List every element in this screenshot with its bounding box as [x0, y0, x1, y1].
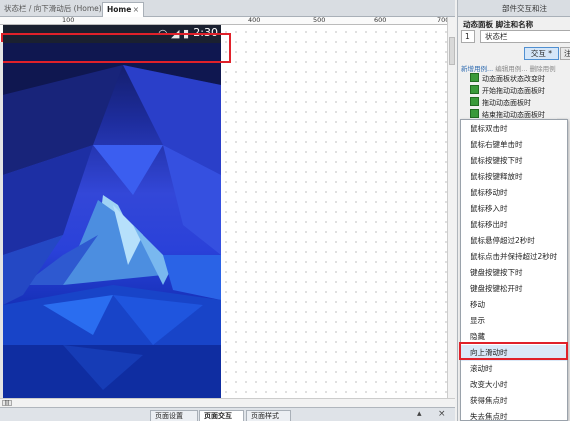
polygon-wallpaper — [3, 25, 221, 400]
event-item[interactable]: 开始拖动动态面板时 — [470, 85, 545, 96]
ruler-label: 600 — [374, 17, 387, 24]
phone-screen-preview[interactable]: ◠ ◢ ▮ 2:30 — [3, 25, 221, 400]
canvas-vertical-scrollbar[interactable] — [447, 17, 456, 400]
scroll-left-icon[interactable]: ||| — [2, 400, 12, 406]
event-label: 开始拖动动态面板时 — [482, 87, 545, 95]
vertical-ruler — [0, 42, 3, 400]
menu-item[interactable]: 鼠标按键释放时 — [461, 169, 567, 185]
lightning-icon — [470, 73, 479, 82]
ruler-label: 400 — [248, 17, 261, 24]
menu-item[interactable]: 键盘按键松开时 — [461, 281, 567, 297]
event-item[interactable]: 拖动动态面板时 — [470, 97, 531, 108]
horizontal-ruler: 100 400 500 600 700 — [0, 17, 455, 25]
menu-highlight-box — [459, 342, 568, 360]
canvas-grid — [221, 17, 455, 400]
case-links: 新增用例... 编辑用例... 删除用例 — [461, 63, 556, 73]
lightning-icon — [470, 97, 479, 106]
menu-item[interactable]: 失去焦点时 — [461, 409, 567, 421]
document-tab-bar: 状态栏 / 向下滑动后 (Home) Home × — [0, 0, 455, 17]
bottom-panel-tabs: 页面设置 页面交互 页面样式 ▴ × — [0, 407, 455, 421]
menu-item[interactable]: 鼠标双击时 — [461, 121, 567, 137]
edit-case-link[interactable]: 编辑用例... — [495, 65, 527, 73]
menu-item[interactable]: 鼠标移动时 — [461, 185, 567, 201]
pin-icon[interactable]: ▴ — [417, 409, 422, 419]
tab-status-bar-home[interactable]: 状态栏 / 向下滑动后 (Home) — [0, 2, 102, 17]
tab-page-style[interactable]: 页面样式 — [246, 410, 291, 421]
menu-item[interactable]: 鼠标按键按下时 — [461, 153, 567, 169]
canvas-horizontal-scrollbar[interactable]: ||| — [0, 398, 455, 407]
menu-item[interactable]: 鼠标悬停超过2秒时 — [461, 233, 567, 249]
ruler-label: 500 — [313, 17, 326, 24]
panel-subtitle: 动态面板 脚注和名称 — [463, 20, 534, 29]
delete-case-link[interactable]: 删除用例 — [530, 65, 556, 73]
event-item[interactable]: 动态面板状态改变时 — [470, 73, 545, 84]
menu-item[interactable]: 移动 — [461, 297, 567, 313]
menu-item[interactable]: 滚动时 — [461, 361, 567, 377]
tab-home-label: Home — [107, 5, 132, 14]
scrollbar-thumb[interactable] — [449, 37, 455, 65]
tab-page-interaction[interactable]: 页面交互 — [199, 410, 244, 421]
footnote-number-field[interactable]: 1 — [461, 30, 475, 43]
widget-name-field[interactable]: 状态栏 — [480, 30, 570, 43]
menu-item[interactable]: 鼠标移入时 — [461, 201, 567, 217]
close-tab-icon[interactable]: × — [133, 3, 139, 17]
panel-header: 部件交互和注 — [458, 0, 570, 17]
menu-item[interactable]: 鼠标右键单击时 — [461, 137, 567, 153]
close-panel-icon[interactable]: × — [438, 409, 446, 419]
panel-title: 部件交互和注 — [502, 4, 547, 13]
tab-home[interactable]: Home × — [102, 2, 144, 17]
menu-item[interactable]: 鼠标点击并保持超过2秒时 — [461, 249, 567, 265]
status-bar-highlight-box — [1, 33, 231, 63]
event-dropdown-menu[interactable]: 鼠标双击时 鼠标右键单击时 鼠标按键按下时 鼠标按键释放时 鼠标移动时 鼠标移入… — [460, 119, 568, 421]
ruler-label: 100 — [62, 17, 75, 24]
menu-item[interactable]: 改变大小时 — [461, 377, 567, 393]
lightning-icon — [470, 85, 479, 94]
design-canvas[interactable]: 100 400 500 600 700 ◠ ◢ ▮ 2:30 — [0, 17, 455, 400]
event-label: 拖动动态面板时 — [482, 99, 531, 107]
menu-item[interactable]: 显示 — [461, 313, 567, 329]
tab-page-settings[interactable]: 页面设置 — [150, 410, 198, 421]
menu-item[interactable]: 鼠标移出时 — [461, 217, 567, 233]
event-label: 动态面板状态改变时 — [482, 75, 545, 83]
event-label: 结束拖动动态面板时 — [482, 111, 545, 119]
interactions-button[interactable]: 交互 * — [524, 47, 559, 60]
notes-button[interactable]: 注 — [560, 47, 570, 60]
lightning-icon — [470, 109, 479, 118]
menu-item[interactable]: 获得焦点时 — [461, 393, 567, 409]
add-case-link[interactable]: 新增用例... — [461, 65, 493, 73]
menu-item[interactable]: 键盘按键按下时 — [461, 265, 567, 281]
